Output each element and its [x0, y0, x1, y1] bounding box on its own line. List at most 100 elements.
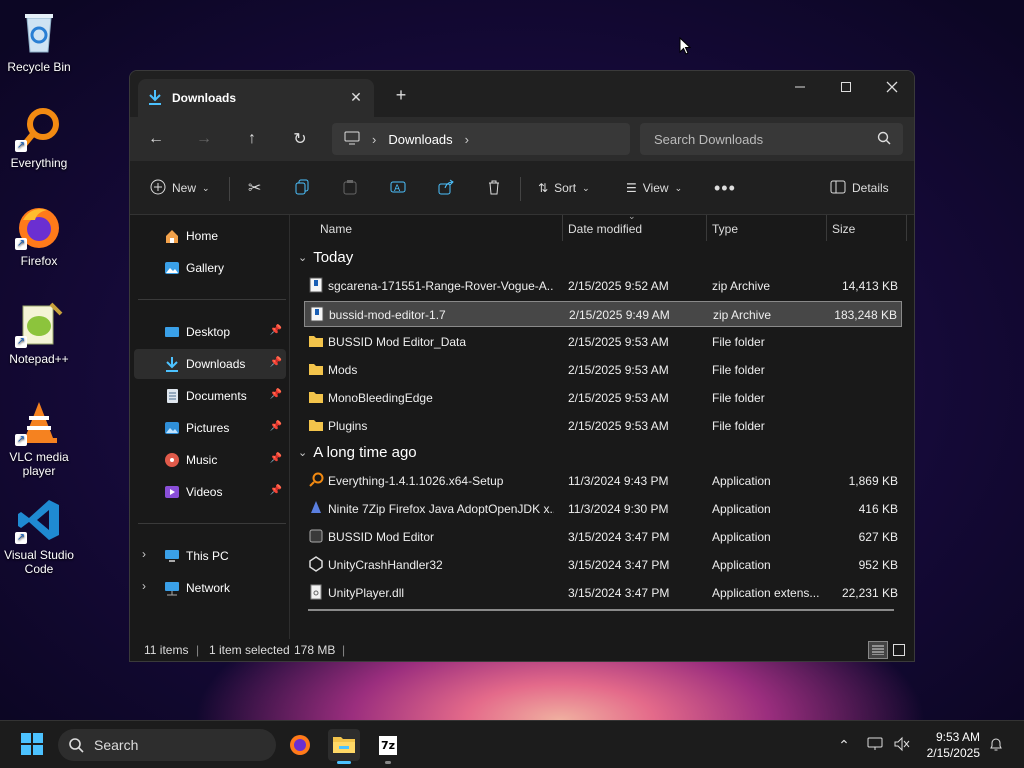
view-label: View: [642, 181, 669, 195]
file-row[interactable]: UnityCrashHandler32 3/15/2024 3:47 PM Ap…: [304, 552, 902, 578]
desktop-icon-recycle-bin[interactable]: Recycle Bin: [2, 8, 76, 74]
rename-button[interactable]: A: [390, 176, 406, 200]
copy-button[interactable]: [294, 176, 310, 200]
file-row[interactable]: Ninite 7Zip Firefox Java AdoptOpenJDK x.…: [304, 496, 902, 522]
breadcrumb[interactable]: › Downloads ›: [332, 123, 630, 155]
tab-downloads[interactable]: Downloads ✕: [138, 79, 374, 117]
group-header-today[interactable]: ⌄ Today: [298, 249, 353, 266]
new-button[interactable]: New ⌄: [150, 176, 210, 200]
taskbar-file-explorer[interactable]: [328, 729, 360, 764]
file-row[interactable]: Plugins 2/15/2025 9:53 AM File folder: [304, 413, 902, 439]
more-options-button[interactable]: •••: [714, 176, 736, 200]
chevron-right-icon[interactable]: ›: [142, 579, 146, 593]
details-label: Details: [852, 181, 889, 195]
delete-button[interactable]: [486, 176, 502, 200]
desktop-icon-vlc[interactable]: ↗ VLC media player: [2, 398, 76, 478]
file-row-selected[interactable]: bussid-mod-editor-1.7 2/15/2025 9:49 AM …: [304, 301, 902, 327]
desktop-icon-label: Visual Studio Code: [4, 548, 74, 576]
taskbar-7zip[interactable]: 7z: [372, 729, 404, 764]
sidebar-item-this-pc[interactable]: › This PC: [134, 541, 286, 571]
desktop-icon-everything[interactable]: ↗ Everything: [2, 104, 76, 170]
close-window-button[interactable]: [869, 71, 914, 103]
up-button[interactable]: ↑: [240, 127, 264, 151]
horizontal-scrollbar[interactable]: [308, 609, 894, 611]
taskbar-search[interactable]: Search: [58, 729, 276, 761]
file-name: MonoBleedingEdge: [328, 391, 433, 405]
breadcrumb-current[interactable]: Downloads: [388, 132, 452, 147]
sidebar-item-home[interactable]: Home: [134, 221, 286, 251]
volume-muted-icon: [893, 736, 911, 755]
network-status-icon: [867, 736, 885, 755]
file-row[interactable]: MonoBleedingEdge 2/15/2025 9:53 AM File …: [304, 385, 902, 411]
desktop-icon-firefox[interactable]: ↗ Firefox: [2, 202, 76, 268]
sidebar-item-pictures[interactable]: Pictures 📌: [134, 413, 286, 443]
sidebar-item-downloads[interactable]: Downloads 📌: [134, 349, 286, 379]
start-button[interactable]: [16, 729, 48, 761]
group-header-long-ago[interactable]: ⌄ A long time ago: [298, 444, 417, 461]
file-list: Name ⌄ Date modified Type Size ⌄ Today s…: [290, 211, 914, 639]
zip-icon: [309, 306, 325, 322]
chevron-right-icon[interactable]: ›: [142, 547, 146, 561]
sidebar-item-network[interactable]: › Network: [134, 573, 286, 603]
details-pane-icon: [830, 180, 846, 197]
file-row[interactable]: BUSSID Mod Editor 3/15/2024 3:47 PM Appl…: [304, 524, 902, 550]
status-bar: 11 items | 1 item selected 178 MB |: [130, 639, 914, 661]
file-date: 2/15/2025 9:53 AM: [568, 335, 669, 349]
file-row[interactable]: Everything-1.4.1.1026.x64-Setup 11/3/202…: [304, 468, 902, 494]
clock[interactable]: 9:53 AM 2/15/2025: [927, 729, 980, 761]
sidebar-item-documents[interactable]: Documents 📌: [134, 381, 286, 411]
column-header-type[interactable]: Type: [712, 222, 738, 236]
file-type: File folder: [712, 335, 765, 349]
view-button[interactable]: ☰ View ⌄: [626, 176, 682, 200]
tiles-view-icon[interactable]: [890, 641, 908, 659]
divider: [138, 299, 286, 300]
chevron-right-icon[interactable]: ›: [465, 132, 469, 147]
file-type: Application: [712, 474, 771, 488]
file-size: 627 KB: [858, 530, 898, 544]
paste-button[interactable]: [342, 176, 358, 200]
view-icon: ☰: [626, 181, 637, 195]
forward-button[interactable]: →: [192, 127, 216, 151]
file-row[interactable]: BUSSID Mod Editor_Data 2/15/2025 9:53 AM…: [304, 329, 902, 355]
details-view-icon[interactable]: [868, 641, 888, 659]
file-row[interactable]: UnityPlayer.dll 3/15/2024 3:47 PM Applic…: [304, 580, 902, 606]
taskbar-firefox[interactable]: [284, 729, 316, 761]
sidebar-item-desktop[interactable]: Desktop 📌: [134, 317, 286, 347]
sidebar-item-music[interactable]: Music 📌: [134, 445, 286, 475]
desktop-icon-vscode[interactable]: ↗ Visual Studio Code: [2, 496, 76, 576]
file-row[interactable]: sgcarena-171551-Range-Rover-Vogue-A... 2…: [304, 273, 902, 299]
column-header-size[interactable]: Size: [832, 222, 855, 236]
trash-icon: [486, 179, 502, 198]
sort-button[interactable]: ⇅ Sort ⌄: [538, 176, 590, 200]
desktop-icon: [164, 324, 180, 340]
file-row[interactable]: Mods 2/15/2025 9:53 AM File folder: [304, 357, 902, 383]
desktop-icon-notepad-plus-plus[interactable]: ↗ Notepad++: [2, 300, 76, 366]
desktop-icon-label: VLC media player: [9, 450, 69, 478]
pin-icon: 📌: [269, 357, 282, 368]
everything-icon: ↗: [15, 104, 63, 152]
bell-icon: [988, 736, 1004, 755]
share-button[interactable]: [438, 176, 454, 200]
volume-button[interactable]: [886, 729, 918, 761]
file-name: UnityPlayer.dll: [328, 586, 405, 600]
sidebar-item-gallery[interactable]: Gallery: [134, 253, 286, 283]
search-input[interactable]: Search Downloads: [640, 123, 903, 155]
minimize-button[interactable]: [777, 71, 823, 103]
notifications-button[interactable]: [980, 729, 1012, 761]
sidebar-item-videos[interactable]: Videos 📌: [134, 477, 286, 507]
details-button[interactable]: Details: [830, 176, 889, 200]
column-header-date[interactable]: Date modified: [568, 222, 642, 236]
show-hidden-icons-button[interactable]: ⌃: [828, 729, 860, 761]
folder-icon: [308, 417, 324, 433]
back-button[interactable]: ←: [144, 127, 168, 151]
refresh-button[interactable]: ↻: [288, 127, 312, 151]
close-tab-icon[interactable]: ✕: [348, 89, 364, 105]
maximize-button[interactable]: [823, 71, 869, 103]
pin-icon: 📌: [269, 389, 282, 400]
shortcut-arrow-icon: ↗: [15, 532, 27, 544]
active-indicator: [337, 761, 351, 764]
svg-text:A: A: [394, 184, 401, 194]
new-tab-button[interactable]: +: [392, 85, 410, 106]
cut-button[interactable]: ✂: [248, 176, 261, 200]
column-header-name[interactable]: Name: [320, 222, 352, 236]
